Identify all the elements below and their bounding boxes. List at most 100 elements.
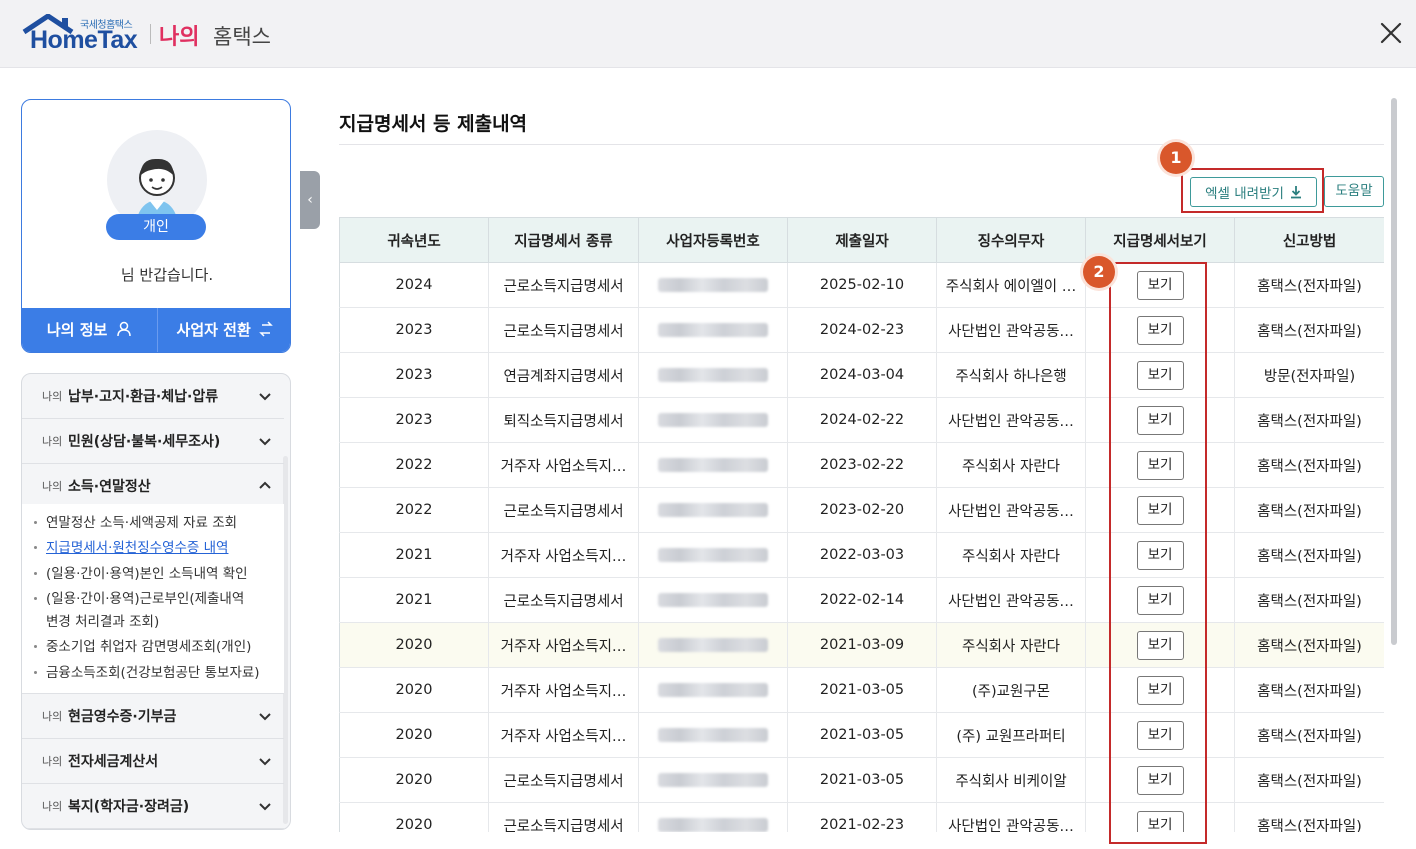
cell-type: 거주자 사업소득지…: [488, 532, 639, 578]
submenu-link-denial-cont[interactable]: 변경 처리결과 조회): [46, 611, 159, 633]
page-title: 지급명세서 등 제출내역: [339, 113, 528, 135]
menu-title: 소득·연말정산: [68, 479, 151, 495]
cell-method: 홈택스(전자파일): [1234, 487, 1384, 533]
menu-item-e-invoice[interactable]: 나의 전자세금계산서: [22, 739, 284, 784]
menu-item-welfare[interactable]: 나의 복지(학자금·장려금): [22, 784, 284, 829]
table-row: 2023 퇴직소득지급명세서 2024-02-22 사단법인 관악공동… 보기 홈택스(전…: [339, 397, 1384, 443]
cell-payer: 주식회사 자란다: [936, 622, 1086, 668]
switch-arrows-icon: [259, 321, 273, 337]
greeting-text: 님 반갑습니다.: [120, 266, 214, 284]
menu-item-income[interactable]: 나의 소득·연말정산: [22, 464, 284, 509]
annotation-marker-2: 2: [1083, 256, 1115, 288]
chevron-left-icon: ‹: [307, 192, 313, 208]
cell-year: 2021: [339, 532, 489, 578]
table-row: 2020 거주자 사업소득지… 2021-03-09 주식회사 자란다 보기 홈택스(전자…: [339, 622, 1384, 668]
cell-date: 2023-02-20: [787, 487, 937, 533]
cell-type: 연금계좌지급명세서: [488, 352, 639, 398]
table-row: 2021 거주자 사업소득지… 2022-03-03 주식회사 자란다 보기 홈택스(전자…: [339, 532, 1384, 578]
chevron-down-icon: [259, 393, 271, 401]
cell-payer: 사단법인 관악공동…: [936, 487, 1086, 533]
table-row: 2022 거주자 사업소득지… 2023-02-22 주식회사 자란다 보기 홈택스(전자…: [339, 442, 1384, 488]
redacted-business-number: [658, 818, 768, 832]
annotation-box-view-column: [1109, 262, 1207, 844]
menu-title: 민원(상담·불복·세무조사): [68, 434, 221, 450]
close-icon[interactable]: [1378, 20, 1404, 46]
menu-item-civil[interactable]: 나의 민원(상담·불복·세무조사): [22, 419, 284, 464]
top-header: 국세청홈택스 HomeTax 나의 홈택스: [0, 0, 1416, 68]
submenu-link-payment-statement[interactable]: 지급명세서·원천징수영수증 내역: [34, 537, 228, 559]
chevron-down-icon: [259, 803, 271, 811]
menu-title: 현금영수증·기부금: [68, 709, 177, 725]
table-row: 2020 근로소득지급명세서 2021-03-05 주식회사 비케이알 보기 홈택스(전자…: [339, 757, 1384, 803]
cell-payer: 주식회사 자란다: [936, 442, 1086, 488]
submenu-link-daily-income[interactable]: (일용·간이·용역)본인 소득내역 확인: [34, 563, 248, 585]
person-icon: [116, 321, 131, 337]
cell-payer: 주식회사 자란다: [936, 532, 1086, 578]
menu-title: 납부·고지·환급·체납·압류: [68, 389, 219, 405]
cell-method: 홈택스(전자파일): [1234, 802, 1384, 832]
my-info-label: 나의 정보: [46, 321, 108, 339]
redacted-business-number: [658, 413, 768, 427]
cell-date: 2024-02-23: [787, 307, 937, 353]
cell-year: 2024: [339, 262, 489, 308]
cell-date: 2021-02-23: [787, 802, 937, 832]
chevron-up-icon: [259, 481, 271, 489]
column-header: 신고방법: [1234, 217, 1384, 263]
cell-payer: (주) 교원프라퍼티: [936, 712, 1086, 758]
table-row: 2020 거주자 사업소득지… 2021-03-05 (주)교원구몬 보기 홈택스(전자파…: [339, 667, 1384, 713]
table-header-row: 귀속년도 지급명세서 종류 사업자등록번호 제출일자 징수의무자 지급명세서보기 신고방법: [339, 217, 1384, 263]
table-row: 2020 거주자 사업소득지… 2021-03-05 (주) 교원프라퍼티 보기 홈택스(…: [339, 712, 1384, 758]
cell-payer: 주식회사 비케이알: [936, 757, 1086, 803]
table-row: 2021 근로소득지급명세서 2022-02-14 사단법인 관악공동… 보기 홈택스(전…: [339, 577, 1384, 623]
hometax-logo[interactable]: 국세청홈택스 HomeTax: [22, 14, 152, 54]
submenu-link-sme-reduction[interactable]: 중소기업 취업자 감면명세조회(개인): [34, 636, 251, 658]
table-body: 2024 근로소득지급명세서 2025-02-10 주식회사 에이엘이 … 보기 홈택스(…: [339, 262, 1384, 832]
menu-prefix: 나의: [42, 390, 63, 403]
cell-business-number: [638, 622, 788, 668]
redacted-business-number: [658, 278, 768, 292]
cell-year: 2020: [339, 667, 489, 713]
cell-method: 방문(전자파일): [1234, 352, 1384, 398]
cell-payer: (주)교원구몬: [936, 667, 1086, 713]
cell-method: 홈택스(전자파일): [1234, 712, 1384, 758]
menu-item-payment[interactable]: 나의 납부·고지·환급·체납·압류: [22, 374, 284, 419]
column-header: 사업자등록번호: [638, 217, 788, 263]
cell-business-number: [638, 712, 788, 758]
cell-method: 홈택스(전자파일): [1234, 622, 1384, 668]
cell-year: 2020: [339, 802, 489, 832]
cell-payer: 사단법인 관악공동…: [936, 802, 1086, 832]
menu-title: 전자세금계산서: [68, 754, 159, 770]
column-header: 귀속년도: [339, 217, 489, 263]
cell-date: 2025-02-10: [787, 262, 937, 308]
submenu-link-financial-income[interactable]: 금융소득조회(건강보험공단 통보자료): [34, 662, 260, 684]
cell-business-number: [638, 532, 788, 578]
cell-date: 2024-02-22: [787, 397, 937, 443]
annotation-box-excel: [1181, 168, 1324, 213]
cell-year: 2023: [339, 307, 489, 353]
help-button[interactable]: 도움말: [1324, 176, 1384, 207]
cell-type: 거주자 사업소득지…: [488, 442, 639, 488]
redacted-business-number: [658, 593, 768, 607]
menu-prefix: 나의: [42, 755, 63, 768]
cell-year: 2020: [339, 757, 489, 803]
switch-business-button[interactable]: 사업자 전환: [156, 308, 291, 352]
submenu-link-denial[interactable]: (일용·간이·용역)근로부인(제출내역: [34, 588, 244, 610]
menu-item-cash-receipt[interactable]: 나의 현금영수증·기부금: [22, 694, 284, 739]
main-scrollbar[interactable]: [1391, 98, 1397, 645]
profile-card: 개인 님 반갑습니다. 나의 정보 사업자 전환: [21, 99, 291, 353]
cell-business-number: [638, 757, 788, 803]
table-row: 2020 근로소득지급명세서 2021-02-23 사단법인 관악공동… 보기 홈택스(전…: [339, 802, 1384, 832]
my-info-button[interactable]: 나의 정보: [22, 308, 157, 352]
column-header: 징수의무자: [936, 217, 1086, 263]
chevron-down-icon: [259, 758, 271, 766]
sidebar-collapse-toggle[interactable]: ‹: [300, 171, 320, 229]
submenu-link-year-end[interactable]: 연말정산 소득·세액공제 자료 조회: [34, 512, 237, 534]
cell-business-number: [638, 802, 788, 832]
menu-title: 복지(학자금·장려금): [68, 799, 190, 815]
column-header: 제출일자: [787, 217, 937, 263]
cell-year: 2022: [339, 442, 489, 488]
chevron-down-icon: [259, 713, 271, 721]
logo-hometax-text: 홈택스: [213, 25, 271, 49]
cell-type: 근로소득지급명세서: [488, 307, 639, 353]
sidebar-menu: 나의 납부·고지·환급·체납·압류 나의 민원(상담·불복·세무조사) 나의 소…: [21, 373, 291, 830]
